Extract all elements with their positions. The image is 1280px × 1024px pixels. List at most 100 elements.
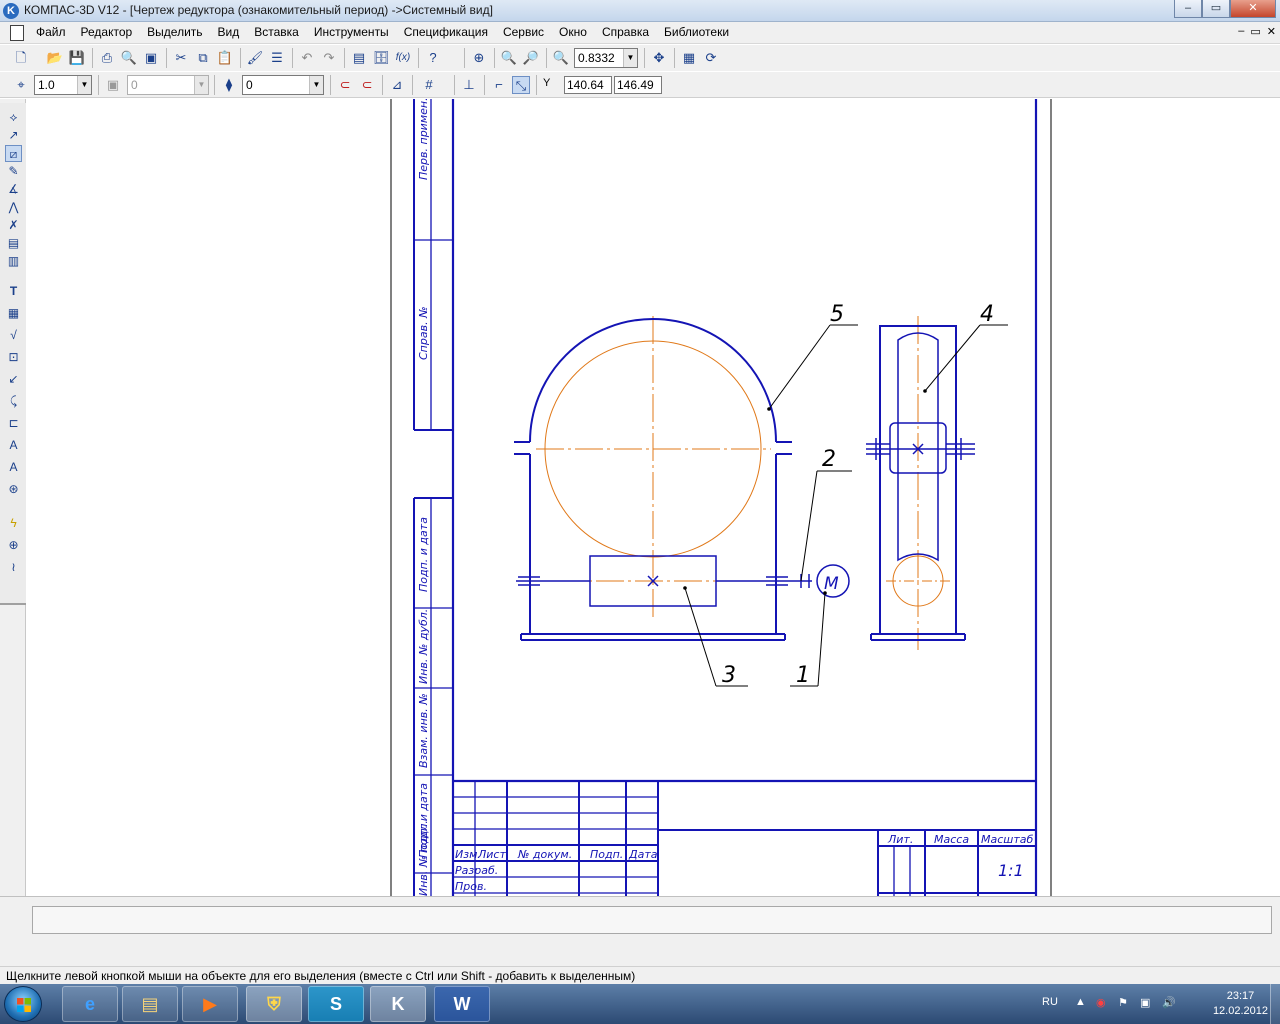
local-snap-icon[interactable]: ⊂: [358, 76, 376, 94]
geometry-tools-icon[interactable]: ⟡: [5, 109, 22, 126]
word-taskbar-icon[interactable]: W: [434, 986, 490, 1022]
redo-icon[interactable]: ↷: [320, 49, 338, 67]
style-icon[interactable]: ⧫: [220, 76, 238, 94]
properties-icon[interactable]: ☰: [268, 49, 286, 67]
zoom-combo[interactable]: 0.8332 ▼: [574, 48, 638, 68]
tray-app-icon[interactable]: ◉: [1096, 996, 1106, 1009]
menu-insert[interactable]: Вставка: [254, 25, 299, 39]
local-cs-icon[interactable]: ⊥: [460, 76, 478, 94]
grid-icon[interactable]: #: [420, 76, 438, 94]
language-indicator[interactable]: RU: [1042, 996, 1058, 1008]
copy-icon[interactable]: ⧉: [194, 49, 212, 67]
help-pointer-icon[interactable]: ?: [424, 49, 442, 67]
layer-icon[interactable]: ▣: [104, 76, 122, 94]
security-taskbar-icon[interactable]: ⛨: [246, 986, 302, 1022]
position-leaders[interactable]: [684, 324, 1008, 687]
menu-tools[interactable]: Инструменты: [314, 25, 389, 39]
measure-tools-icon[interactable]: ⋀: [5, 199, 22, 216]
print-preview-icon[interactable]: 🔍: [120, 49, 138, 67]
coord-x-field[interactable]: 140.64: [564, 76, 612, 94]
layer-combo[interactable]: 0 ▼: [127, 75, 209, 95]
spec-tools-icon[interactable]: ▥: [5, 253, 22, 270]
variables-icon[interactable]: f(x): [394, 49, 412, 67]
show-desktop-button[interactable]: [1270, 984, 1280, 1024]
base-icon[interactable]: ⊡: [5, 349, 22, 366]
tolerance-icon[interactable]: ⊏: [5, 415, 22, 432]
network-icon[interactable]: ▣: [1140, 996, 1150, 1009]
close-button[interactable]: ✕: [1230, 0, 1276, 18]
menu-libraries[interactable]: Библиотеки: [664, 25, 729, 39]
maximize-button[interactable]: ▭: [1202, 0, 1230, 18]
ortho-icon[interactable]: ⊿: [388, 76, 406, 94]
save-icon[interactable]: 💾: [68, 49, 86, 67]
ie-taskbar-icon[interactable]: e: [62, 986, 118, 1022]
zoom-all-icon[interactable]: ⊕: [470, 49, 488, 67]
minimize-button[interactable]: –: [1174, 0, 1202, 18]
wavy-line-icon[interactable]: ≀: [5, 559, 22, 576]
menu-edit[interactable]: Редактор: [81, 25, 133, 39]
menu-window[interactable]: Окно: [559, 25, 587, 39]
doc-minimize-button[interactable]: –: [1238, 25, 1244, 38]
ortho-mode-icon[interactable]: ⌐: [490, 76, 508, 94]
style-combo[interactable]: 0 ▼: [242, 75, 324, 95]
reducer-side-view[interactable]: [866, 316, 975, 650]
lightning-icon[interactable]: ϟ: [5, 515, 22, 532]
pan-icon[interactable]: ✥: [650, 49, 668, 67]
menu-file[interactable]: Файл: [36, 25, 66, 39]
chevron-down-icon[interactable]: ▼: [77, 76, 91, 94]
zoom-in-icon[interactable]: 🔎: [522, 49, 540, 67]
undo-icon[interactable]: ↶: [298, 49, 316, 67]
open-icon[interactable]: 📂: [46, 49, 64, 67]
volume-icon[interactable]: 🔊: [1162, 996, 1176, 1009]
cursor-step-icon[interactable]: ⌖: [12, 76, 30, 94]
redraw-icon[interactable]: ⟳: [702, 49, 720, 67]
view-arrow-icon[interactable]: A: [5, 459, 22, 476]
cut-icon[interactable]: ✂: [172, 49, 190, 67]
table-tool-icon[interactable]: ▦: [5, 305, 22, 322]
preview-icon[interactable]: ▣: [142, 49, 160, 67]
action-center-icon[interactable]: ⚑: [1118, 996, 1128, 1009]
new-document-icon[interactable]: 🗋: [12, 49, 30, 67]
chevron-down-icon[interactable]: ▼: [194, 76, 208, 94]
clock[interactable]: 23:17 12.02.2012: [1213, 989, 1268, 1019]
tray-expand-icon[interactable]: ▲: [1075, 996, 1086, 1008]
doc-close-button[interactable]: ✕: [1267, 25, 1276, 38]
edit-tools-icon[interactable]: ✎: [5, 163, 22, 180]
leader-icon[interactable]: ↙: [5, 371, 22, 388]
snap-magnet-icon[interactable]: ⊂: [336, 76, 354, 94]
menu-service[interactable]: Сервис: [503, 25, 544, 39]
explorer-taskbar-icon[interactable]: ▤: [122, 986, 178, 1022]
roughness-icon[interactable]: √: [5, 327, 22, 344]
text-tool-icon[interactable]: T: [5, 283, 22, 300]
menu-select[interactable]: Выделить: [147, 25, 202, 39]
drawing-sheet[interactable]: Перв. примен. Справ. № Подп. и дата Инв.…: [27, 99, 1280, 896]
format-painter-icon[interactable]: 🖌: [246, 49, 264, 67]
document-icon[interactable]: [10, 25, 24, 41]
reducer-front-view[interactable]: М: [514, 316, 850, 641]
media-player-taskbar-icon[interactable]: ▶: [182, 986, 238, 1022]
menu-view[interactable]: Вид: [218, 25, 240, 39]
center-mark-icon[interactable]: ⊛: [5, 481, 22, 498]
parametrization-tools-icon[interactable]: ∡: [5, 181, 22, 198]
property-panel-content[interactable]: [32, 906, 1272, 934]
manager-icon[interactable]: ▤: [350, 49, 368, 67]
menu-specification[interactable]: Спецификация: [404, 25, 488, 39]
menu-help[interactable]: Справка: [602, 25, 649, 39]
associative-views-icon[interactable]: ▤: [5, 235, 22, 252]
print-icon[interactable]: ⎙: [98, 49, 116, 67]
zoom-window-icon[interactable]: 🔍: [500, 49, 518, 67]
paste-icon[interactable]: 📋: [216, 49, 234, 67]
designations-tools-icon[interactable]: ⧄: [5, 145, 22, 162]
title-bar[interactable]: K КОМПАС-3D V12 - [Чертеж редуктора (озн…: [0, 0, 1280, 22]
step-combo[interactable]: 1.0 ▼: [34, 75, 92, 95]
doc-restore-button[interactable]: ▭: [1250, 25, 1260, 38]
chevron-down-icon[interactable]: ▼: [623, 49, 637, 67]
zoom-scale-icon[interactable]: 🔍: [552, 49, 570, 67]
parametric-mode-icon[interactable]: ⤡: [512, 76, 530, 94]
kompas-app-icon[interactable]: K: [3, 3, 19, 19]
chevron-down-icon[interactable]: ▼: [309, 76, 323, 94]
start-button[interactable]: [4, 986, 42, 1022]
select-tools-icon[interactable]: ✗: [5, 217, 22, 234]
skype-taskbar-icon[interactable]: S: [308, 986, 364, 1022]
coord-y-field[interactable]: 146.49: [614, 76, 662, 94]
